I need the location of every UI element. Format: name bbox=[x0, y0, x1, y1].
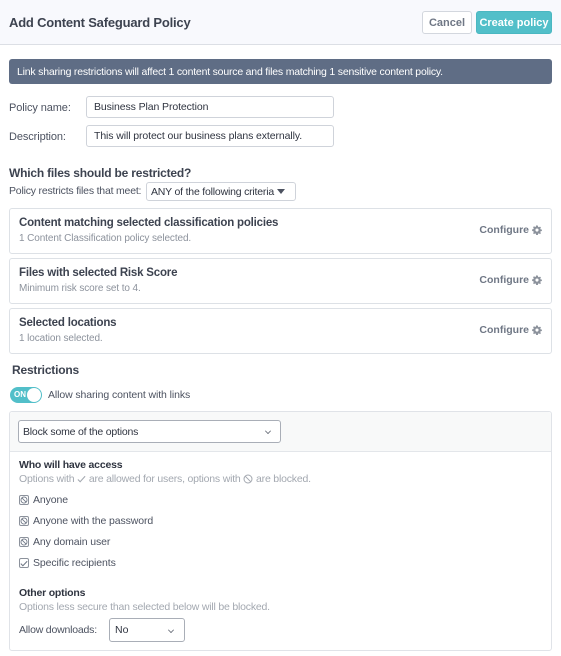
restrictions-title: Restrictions bbox=[12, 363, 79, 377]
criteria-select-value: ANY of the following criteria bbox=[151, 185, 274, 198]
cancel-button[interactable]: Cancel bbox=[422, 11, 472, 34]
restrictions-panel: Block some of the options Who will have … bbox=[9, 411, 552, 651]
criteria-select[interactable]: ANY of the following criteria bbox=[146, 182, 296, 201]
gear-icon bbox=[532, 325, 542, 335]
toggle-knob bbox=[27, 388, 41, 402]
access-hint-part: Options with bbox=[19, 473, 75, 485]
caret-down-icon bbox=[277, 189, 285, 194]
chevron-down-icon bbox=[168, 627, 174, 633]
restrictions-mode-bar: Block some of the options bbox=[10, 412, 551, 452]
chevron-down-icon bbox=[265, 428, 271, 434]
policy-name-input[interactable]: Business Plan Protection bbox=[86, 96, 334, 118]
info-banner: Link sharing restrictions will affect 1 … bbox=[9, 59, 552, 84]
card-subtitle: 1 Content Classification policy selected… bbox=[19, 233, 192, 244]
description-label: Description: bbox=[9, 131, 66, 143]
access-option-specific-recipients[interactable]: Specific recipients bbox=[19, 557, 116, 569]
card-title: Selected locations bbox=[19, 317, 117, 329]
configure-button[interactable]: Configure bbox=[479, 224, 542, 236]
configure-button[interactable]: Configure bbox=[479, 324, 542, 336]
option-label: Anyone with the password bbox=[33, 515, 154, 527]
configure-label: Configure bbox=[479, 274, 529, 286]
sharing-mode-select[interactable]: Block some of the options bbox=[18, 420, 281, 443]
info-banner-text: Link sharing restrictions will affect 1 … bbox=[17, 65, 443, 78]
create-policy-button[interactable]: Create policy bbox=[476, 11, 552, 34]
card-title: Files with selected Risk Score bbox=[19, 267, 178, 279]
access-hint-part: are allowed for users, options with bbox=[88, 473, 241, 485]
blocked-icon bbox=[19, 537, 29, 547]
option-label: Specific recipients bbox=[33, 557, 116, 569]
allow-downloads-select[interactable]: No bbox=[109, 618, 185, 642]
access-title: Who will have access bbox=[19, 459, 123, 471]
blocked-icon bbox=[19, 516, 29, 526]
dialog-header: Add Content Safeguard Policy Cancel Crea… bbox=[0, 0, 561, 45]
access-option-anyone-with-password[interactable]: Anyone with the password bbox=[19, 515, 153, 527]
files-section-title: Which files should be restricted? bbox=[9, 166, 192, 180]
allow-downloads-label: Allow downloads: bbox=[19, 624, 97, 636]
gear-icon bbox=[532, 275, 542, 285]
check-icon bbox=[19, 558, 29, 568]
card-title: Content matching selected classification… bbox=[19, 217, 279, 229]
criteria-label: Policy restricts files that meet: bbox=[9, 185, 142, 197]
configure-label: Configure bbox=[479, 324, 529, 336]
access-hint: Options with are allowed for users, opti… bbox=[19, 473, 311, 485]
access-hint-part: are blocked. bbox=[256, 473, 311, 485]
other-options-title: Other options bbox=[19, 587, 86, 599]
description-input[interactable]: This will protect our business plans ext… bbox=[86, 125, 334, 147]
criteria-card-classification: Content matching selected classification… bbox=[9, 208, 552, 254]
criteria-card-locations: Selected locations 1 location selected. … bbox=[9, 308, 552, 354]
allow-sharing-toggle[interactable]: ON bbox=[10, 387, 42, 403]
access-option-anyone[interactable]: Anyone bbox=[19, 494, 68, 506]
card-subtitle: Minimum risk score set to 4. bbox=[19, 283, 141, 294]
configure-label: Configure bbox=[479, 224, 529, 236]
policy-name-label: Policy name: bbox=[9, 102, 71, 114]
criteria-card-risk-score: Files with selected Risk Score Minimum r… bbox=[9, 258, 552, 304]
access-option-any-domain-user[interactable]: Any domain user bbox=[19, 536, 110, 548]
option-label: Any domain user bbox=[33, 536, 111, 548]
blocked-icon bbox=[243, 474, 253, 484]
gear-icon bbox=[532, 225, 542, 235]
card-subtitle: 1 location selected. bbox=[19, 333, 103, 344]
blocked-icon bbox=[19, 495, 29, 505]
allow-sharing-label: Allow sharing content with links bbox=[48, 389, 191, 401]
toggle-state-label: ON bbox=[14, 390, 26, 399]
sharing-mode-value: Block some of the options bbox=[23, 425, 139, 438]
option-label: Anyone bbox=[33, 494, 69, 506]
check-icon bbox=[77, 476, 86, 483]
page-title: Add Content Safeguard Policy bbox=[9, 15, 191, 30]
allow-downloads-value: No bbox=[115, 624, 129, 636]
other-options-hint: Options less secure than selected below … bbox=[19, 601, 270, 613]
configure-button[interactable]: Configure bbox=[479, 274, 542, 286]
